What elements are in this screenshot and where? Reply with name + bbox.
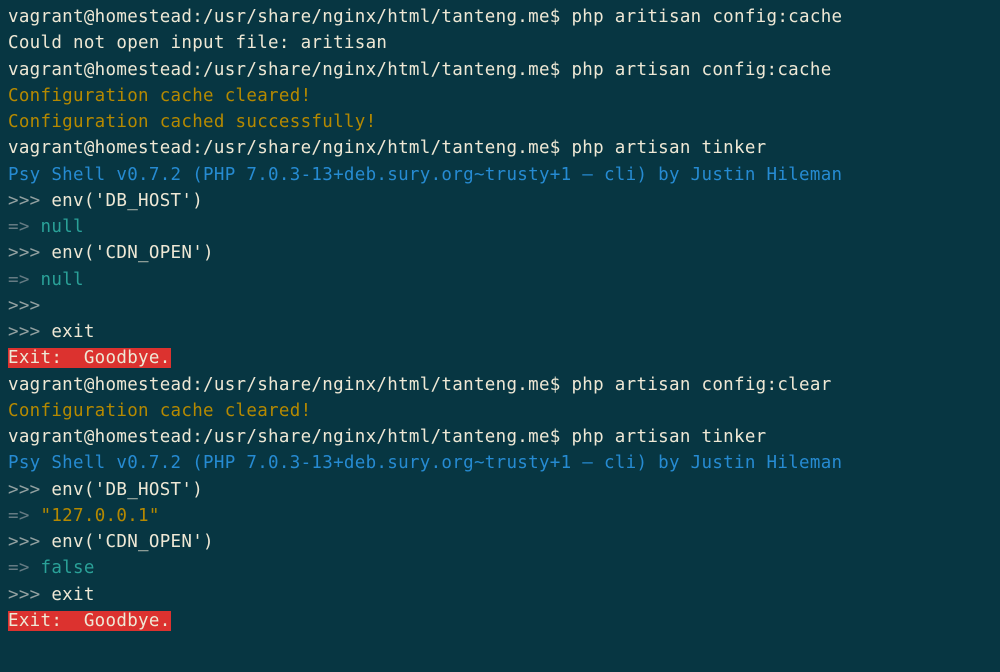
terminal-line: vagrant@homestead:/usr/share/nginx/html/… xyxy=(8,4,992,30)
terminal-line: Could not open input file: aritisan xyxy=(8,30,992,56)
result-arrow: => xyxy=(8,558,41,578)
terminal-line: Exit: Goodbye. xyxy=(8,608,992,634)
terminal-line: Psy Shell v0.7.2 (PHP 7.0.3-13+deb.sury.… xyxy=(8,450,992,476)
terminal-line: >>> env('DB_HOST') xyxy=(8,188,992,214)
terminal-line: >>> env('CDN_OPEN') xyxy=(8,240,992,266)
exit-message: Exit: Goodbye. xyxy=(8,611,171,631)
command-text: php artisan config:clear xyxy=(571,375,831,395)
terminal-line: vagrant@homestead:/usr/share/nginx/html/… xyxy=(8,135,992,161)
repl-prompt: >>> xyxy=(8,322,51,342)
repl-input: exit xyxy=(51,322,94,342)
psy-shell-banner: Psy Shell v0.7.2 (PHP 7.0.3-13+deb.sury.… xyxy=(8,165,842,185)
terminal-line: vagrant@homestead:/usr/share/nginx/html/… xyxy=(8,57,992,83)
repl-input: env('CDN_OPEN') xyxy=(51,243,214,263)
terminal-line: >>> env('DB_HOST') xyxy=(8,477,992,503)
psy-shell-banner: Psy Shell v0.7.2 (PHP 7.0.3-13+deb.sury.… xyxy=(8,453,842,473)
command-text: php aritisan config:cache xyxy=(571,7,842,27)
repl-prompt: >>> xyxy=(8,532,51,552)
result-arrow: => xyxy=(8,217,41,237)
command-text: php artisan tinker xyxy=(571,427,766,447)
command-text: php artisan config:cache xyxy=(571,60,831,80)
success-output: Configuration cache cleared! xyxy=(8,401,311,421)
terminal-line: >>> exit xyxy=(8,582,992,608)
terminal-line: Psy Shell v0.7.2 (PHP 7.0.3-13+deb.sury.… xyxy=(8,162,992,188)
repl-result: null xyxy=(41,270,84,290)
terminal-line: >>> exit xyxy=(8,319,992,345)
repl-prompt-empty: >>> xyxy=(8,296,41,316)
terminal-line: vagrant@homestead:/usr/share/nginx/html/… xyxy=(8,424,992,450)
repl-result: false xyxy=(41,558,95,578)
shell-prompt: vagrant@homestead:/usr/share/nginx/html/… xyxy=(8,60,571,80)
terminal-line: => null xyxy=(8,214,992,240)
error-output: Could not open input file: aritisan xyxy=(8,33,387,53)
shell-prompt: vagrant@homestead:/usr/share/nginx/html/… xyxy=(8,427,571,447)
repl-input: env('CDN_OPEN') xyxy=(51,532,214,552)
shell-prompt: vagrant@homestead:/usr/share/nginx/html/… xyxy=(8,375,571,395)
terminal-line: Exit: Goodbye. xyxy=(8,345,992,371)
repl-input: env('DB_HOST') xyxy=(51,191,203,211)
repl-prompt: >>> xyxy=(8,191,51,211)
terminal-line: Configuration cached successfully! xyxy=(8,109,992,135)
repl-prompt: >>> xyxy=(8,480,51,500)
result-arrow: => xyxy=(8,270,41,290)
terminal-line: => false xyxy=(8,555,992,581)
terminal-line: Configuration cache cleared! xyxy=(8,83,992,109)
terminal-line: >>> env('CDN_OPEN') xyxy=(8,529,992,555)
terminal-line: => "127.0.0.1" xyxy=(8,503,992,529)
command-text: php artisan tinker xyxy=(571,138,766,158)
terminal-line: => null xyxy=(8,267,992,293)
repl-prompt: >>> xyxy=(8,585,51,605)
success-output: Configuration cached successfully! xyxy=(8,112,376,132)
exit-message: Exit: Goodbye. xyxy=(8,348,171,368)
repl-input: exit xyxy=(51,585,94,605)
shell-prompt: vagrant@homestead:/usr/share/nginx/html/… xyxy=(8,138,571,158)
terminal-line: >>> xyxy=(8,293,992,319)
result-arrow: => xyxy=(8,506,41,526)
success-output: Configuration cache cleared! xyxy=(8,86,311,106)
repl-input: env('DB_HOST') xyxy=(51,480,203,500)
repl-result: null xyxy=(41,217,84,237)
repl-prompt: >>> xyxy=(8,243,51,263)
repl-result: "127.0.0.1" xyxy=(41,506,160,526)
terminal-line: Configuration cache cleared! xyxy=(8,398,992,424)
terminal-line: vagrant@homestead:/usr/share/nginx/html/… xyxy=(8,372,992,398)
shell-prompt: vagrant@homestead:/usr/share/nginx/html/… xyxy=(8,7,571,27)
